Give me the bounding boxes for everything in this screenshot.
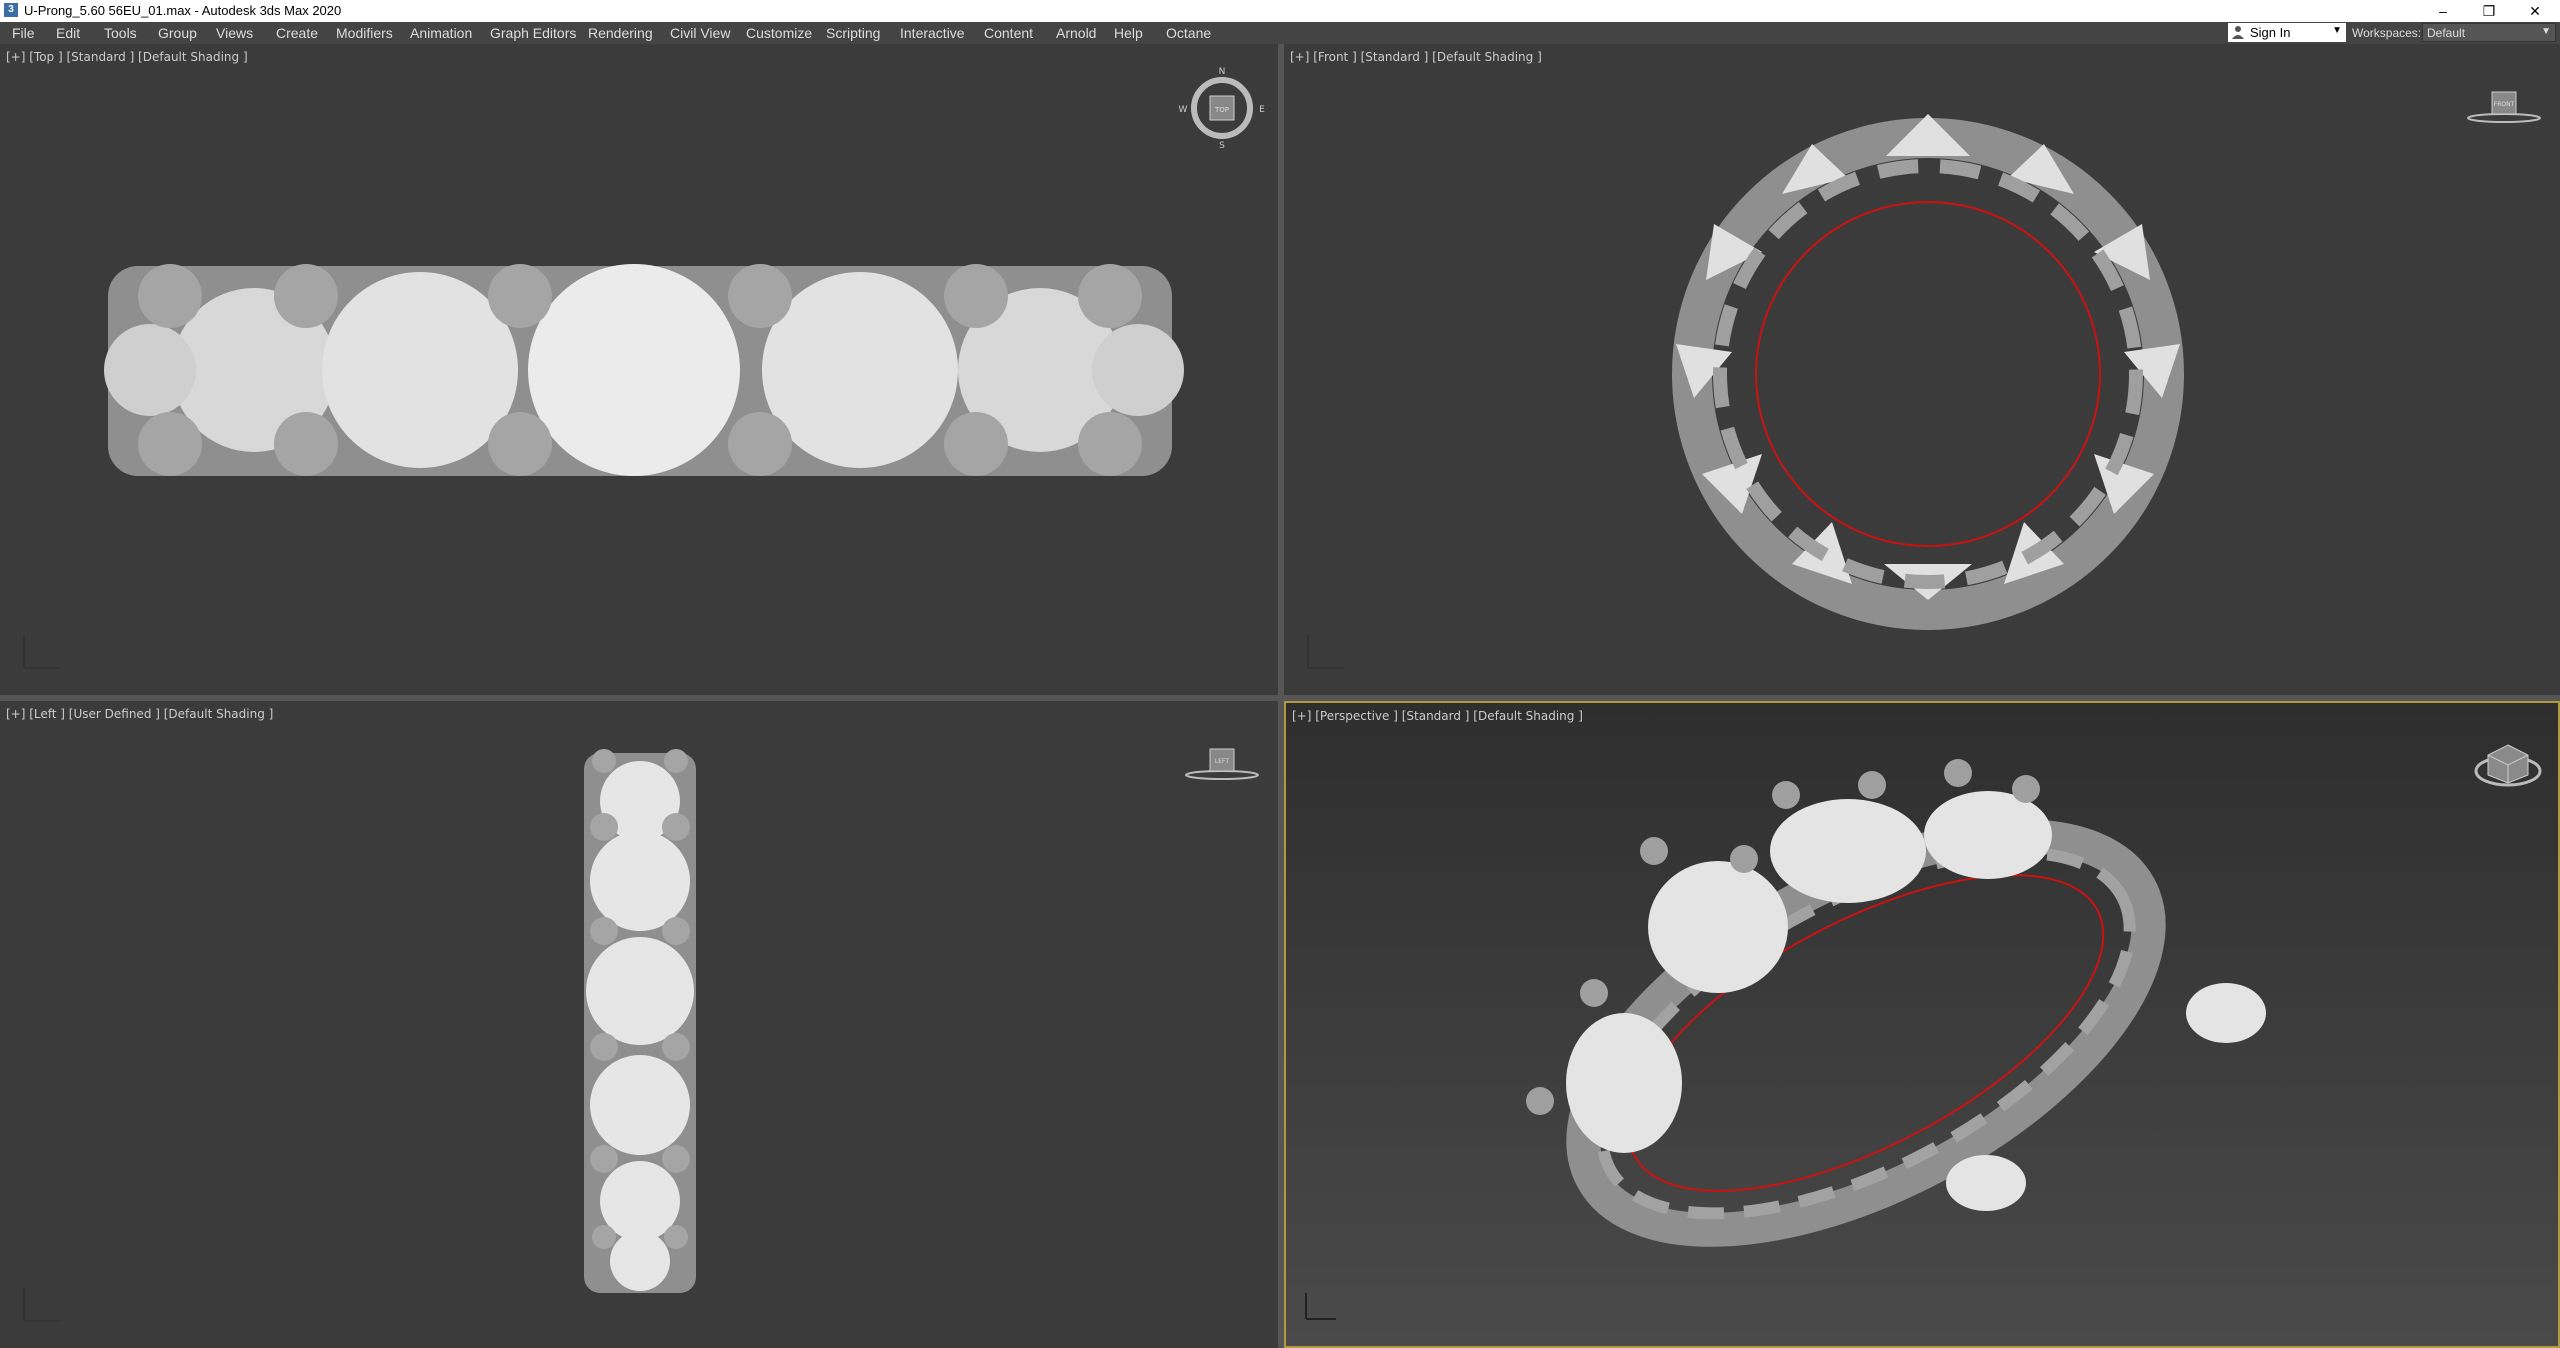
viewcube-face-label: LEFT — [1215, 758, 1229, 765]
menu-help[interactable]: Help — [1114, 25, 1143, 41]
menu-octane[interactable]: Octane — [1166, 25, 1211, 41]
viewport-front[interactable]: [+] [Front ] [Standard ] [Default Shadin… — [1284, 44, 2560, 695]
menu-scripting[interactable]: Scripting — [826, 25, 880, 41]
viewport-left[interactable]: [+] [Left ] [User Defined ] [Default Sha… — [0, 701, 1278, 1348]
viewcube[interactable]: LEFT — [1182, 741, 1262, 791]
compass-north: N — [1219, 67, 1226, 77]
menu-animation[interactable]: Animation — [410, 25, 472, 41]
menu-interactive[interactable]: Interactive — [900, 25, 965, 41]
user-icon — [2232, 26, 2244, 39]
top-view-render — [23, 264, 1184, 669]
menu-create[interactable]: Create — [276, 25, 318, 41]
menu-file[interactable]: File — [12, 25, 35, 41]
left-view-render — [23, 749, 696, 1322]
menu-modifiers[interactable]: Modifiers — [336, 25, 393, 41]
menu-customize[interactable]: Customize — [746, 25, 812, 41]
compass-west: W — [1179, 105, 1188, 115]
workspaces-label: Workspaces: — [2352, 26, 2422, 40]
viewcube-face-label: FRONT — [2494, 101, 2515, 108]
viewport-label-perspective[interactable]: [+] [Perspective ] [Standard ] [Default … — [1292, 709, 1583, 723]
workspace-select[interactable]: Default ▼ — [2422, 23, 2556, 42]
title-bar: 3 U-Prong_5.60 56EU_01.max - Autodesk 3d… — [0, 0, 2560, 22]
chevron-down-icon: ▼ — [2332, 25, 2342, 36]
menu-views[interactable]: Views — [216, 25, 253, 41]
restore-button[interactable]: ❐ — [2466, 0, 2512, 22]
compass-east: E — [1259, 105, 1265, 115]
menu-content[interactable]: Content — [984, 25, 1033, 41]
viewport-label-top[interactable]: [+] [Top ] [Standard ] [Default Shading … — [6, 50, 248, 64]
viewport-perspective[interactable]: [+] [Perspective ] [Standard ] [Default … — [1284, 701, 2560, 1348]
sign-in-dropdown[interactable]: Sign In ▼ — [2228, 23, 2346, 42]
viewcube-face-label: TOP — [1214, 106, 1229, 114]
close-button[interactable]: ✕ — [2512, 0, 2558, 22]
menu-civil-view[interactable]: Civil View — [670, 25, 730, 41]
workspace-value: Default — [2427, 26, 2466, 40]
menu-edit[interactable]: Edit — [56, 25, 80, 41]
minimize-button[interactable]: – — [2420, 0, 2466, 22]
menu-group[interactable]: Group — [158, 25, 197, 41]
menu-arnold[interactable]: Arnold — [1056, 25, 1096, 41]
viewport-top[interactable]: [+] [Top ] [Standard ] [Default Shading … — [0, 44, 1278, 695]
chevron-down-icon: ▼ — [2541, 26, 2551, 37]
viewcube[interactable] — [2468, 723, 2548, 803]
app-icon[interactable]: 3 — [4, 3, 18, 17]
viewport-label-left[interactable]: [+] [Left ] [User Defined ] [Default Sha… — [6, 707, 273, 721]
window-title: U-Prong_5.60 56EU_01.max - Autodesk 3ds … — [24, 3, 342, 18]
compass-south: S — [1219, 141, 1225, 151]
menu-graph-editors[interactable]: Graph Editors — [490, 25, 576, 41]
menu-rendering[interactable]: Rendering — [588, 25, 653, 41]
perspective-view-render — [1286, 703, 2558, 1346]
menu-tools[interactable]: Tools — [104, 25, 137, 41]
viewcube[interactable]: FRONT — [2464, 84, 2544, 134]
front-view-render — [1307, 114, 2184, 669]
menu-bar: File Edit Tools Group Views Create Modif… — [0, 22, 2560, 44]
viewcube-compass[interactable]: TOP N S E W — [1178, 62, 1268, 152]
sign-in-label: Sign In — [2250, 25, 2291, 40]
viewport-label-front[interactable]: [+] [Front ] [Standard ] [Default Shadin… — [1290, 50, 1542, 64]
